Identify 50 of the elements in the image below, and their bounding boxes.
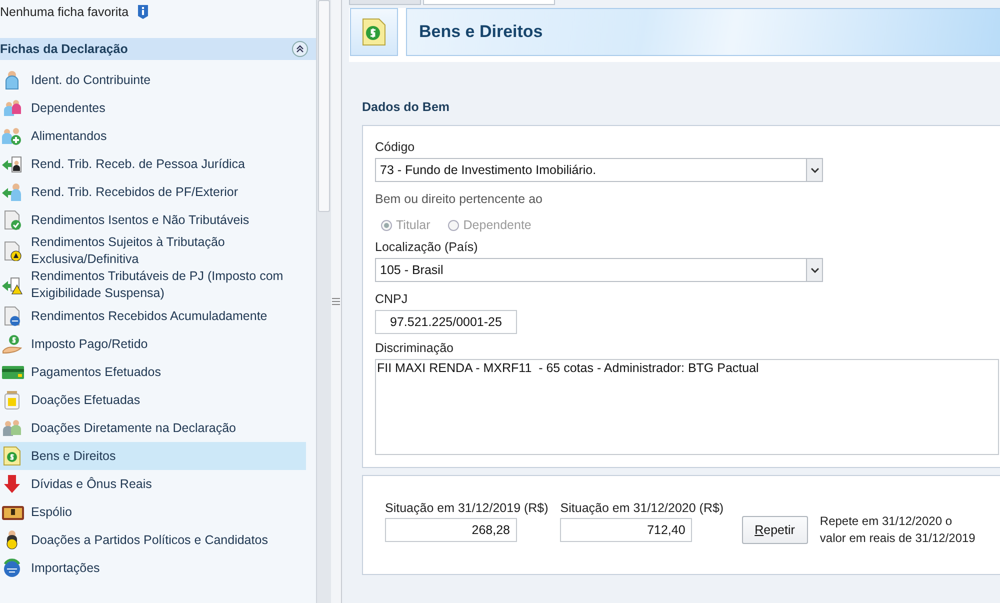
info-icon[interactable] xyxy=(136,4,149,20)
chevrons-up-icon xyxy=(296,45,304,53)
sidebar-item[interactable]: Doações Efetuadas xyxy=(0,386,306,414)
sidebar-item[interactable]: Espólio xyxy=(0,498,306,526)
sidebar-item[interactable]: Dívidas e Ônus Reais xyxy=(0,470,306,498)
field-label: Localização (País) xyxy=(375,240,479,254)
sidebar-item[interactable]: Doações a Partidos Políticos e Candidatos xyxy=(0,526,306,554)
people-icon xyxy=(2,98,24,118)
sidebar-item[interactable]: Ident. do Contribuinte xyxy=(0,66,306,94)
document-warning-icon xyxy=(2,241,24,261)
field-label: Bem ou direito pertencente ao xyxy=(375,192,544,206)
section-title: Fichas da Declaração xyxy=(0,42,128,56)
section-title: Dados do Bem xyxy=(362,100,451,114)
cnpj-field[interactable]: 97.521.225/0001-25 xyxy=(375,310,517,334)
field-label: CNPJ xyxy=(375,292,409,306)
sidebar-item[interactable]: Dependentes xyxy=(0,94,306,122)
sidebar-item[interactable]: Rend. Trib. Recebidos de PF/Exterior xyxy=(0,178,306,206)
caret-icon xyxy=(810,168,818,172)
code-dropdown[interactable]: 73 - Fundo de Investimento Imobiliário. xyxy=(375,158,823,182)
country-dropdown[interactable]: 105 - Brasil xyxy=(375,258,823,282)
amount-field[interactable]: 268,28 xyxy=(385,518,517,542)
arrow-person-icon xyxy=(2,182,24,202)
sidebar-item[interactable]: Rend. Trib. Receb. de Pessoa Jurídica xyxy=(0,150,306,178)
favorites-text: Nenhuma ficha favorita xyxy=(0,5,129,19)
sidebar-item[interactable]: Rendimentos Tributáveis de PJ (Imposto com Exigibilidade Suspensa) xyxy=(0,268,306,302)
field-label: Código xyxy=(375,140,416,154)
caret-icon xyxy=(810,268,818,272)
sidebar-item[interactable]: Pagamentos Efetuados xyxy=(0,358,306,386)
description-field[interactable]: FII MAXI RENDA - MXRF11 - 65 cotas - Administrador: BTG Pactual xyxy=(375,359,999,455)
page-title: Bens e Direitos xyxy=(419,22,543,42)
sidebar-item[interactable]: Bens e Direitos xyxy=(0,442,306,470)
tab[interactable] xyxy=(423,0,555,5)
document-coin-icon xyxy=(362,18,386,46)
sidebar-item[interactable]: Imposto Pago/Retido xyxy=(0,330,306,358)
splitter-handle-icon[interactable] xyxy=(332,298,340,305)
sidebar-item[interactable]: Rendimentos Sujeitos à Tributação Exclusiva/Definitiva xyxy=(0,234,306,268)
sidebar-item[interactable]: Alimentandos xyxy=(0,122,306,150)
sidebar-item[interactable]: Rendimentos Isentos e Não Tributáveis xyxy=(0,206,306,234)
sidebar-item[interactable]: Doações Diretamente na Declaração xyxy=(0,414,306,442)
field-label: Situação em 31/12/2020 (R$) xyxy=(560,500,724,514)
field-label: Discriminação xyxy=(375,341,454,355)
amount-field[interactable]: 712,40 xyxy=(560,518,692,542)
field-label: Situação em 31/12/2019 (R$) xyxy=(385,500,548,514)
hint-text: Repete em 31/12/2020 o valor em reais de 31/12/2019 xyxy=(820,513,976,547)
sidebar-item[interactable]: Rendimentos Recebidos Acumuladamente xyxy=(0,302,306,330)
scrollbar-thumb[interactable] xyxy=(318,0,330,212)
sidebar-item[interactable]: Importações xyxy=(0,554,306,582)
repeat-button[interactable]: Repetir xyxy=(742,516,808,544)
group-icon xyxy=(2,418,24,438)
collapse-button[interactable] xyxy=(292,41,308,57)
